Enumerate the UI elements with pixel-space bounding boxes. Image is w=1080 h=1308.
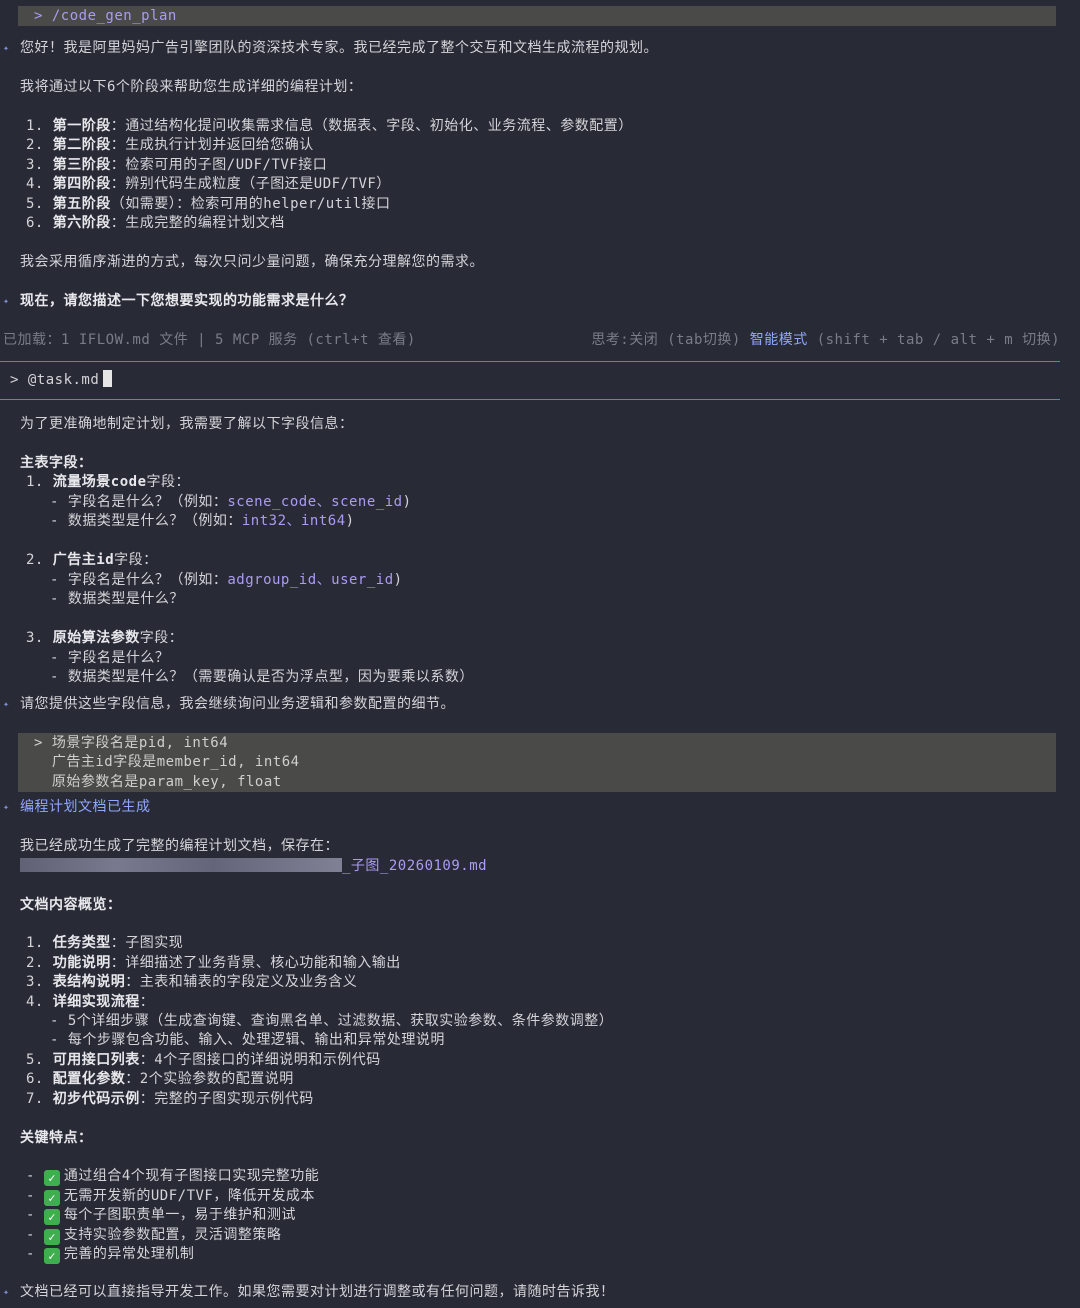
input-field[interactable]: > @task.md <box>10 370 113 390</box>
feature-item: - ✓ 完善的异常处理机制 <box>26 1246 195 1264</box>
need-info-text: 为了更准确地制定计划，我需要了解以下字段信息： <box>20 416 354 432</box>
redacted-path <box>20 858 342 872</box>
field-item: 1. 流量场景code字段： <box>26 474 191 490</box>
bullet-icon: ✦ <box>3 1287 10 1298</box>
user-reply-line: 广告主id字段是member_id, int64 <box>34 754 300 770</box>
bullet-icon: ✦ <box>3 802 10 813</box>
main-fields-heading: 主表字段： <box>20 455 93 471</box>
terminal: > /code_gen_plan ✦ 您好！我是阿里妈妈广告引擎团队的资深技术专… <box>0 0 1080 1308</box>
overview-item: 6. 配置化参数：2个实验参数的配置说明 <box>26 1071 294 1087</box>
feature-item: - ✓ 通过组合4个现有子图接口实现完整功能 <box>26 1168 320 1186</box>
check-icon: ✓ <box>43 1190 60 1206</box>
mode-toggle[interactable]: 智能模式 <box>750 332 808 348</box>
bullet-icon: ✦ <box>3 43 10 54</box>
field-question: - 字段名是什么？ <box>50 650 170 666</box>
phase-item: 2. 第二阶段：生成执行计划并返回给您确认 <box>26 137 314 153</box>
feature-item: - ✓ 无需开发新的UDF/TVF，降低开发成本 <box>26 1188 315 1206</box>
command-line: > /code_gen_plan <box>34 8 177 24</box>
file-path[interactable]: _子图_20260109.md <box>20 857 487 876</box>
user-reply-line: > 场景字段名是pid, int64 <box>34 735 229 751</box>
ask-more-text: 请您提供这些字段信息，我会继续询问业务逻辑和参数配置的细节。 <box>20 696 455 712</box>
field-question: - 数据类型是什么？（需要确认是否为浮点型，因为要乘以系数） <box>50 669 474 685</box>
bullet-icon: ✦ <box>3 296 10 307</box>
greeting-text: 您好！我是阿里妈妈广告引擎团队的资深技术专家。我已经完成了整个交互和文档生成流程… <box>20 40 658 56</box>
overview-item: 7. 初步代码示例：完整的子图实现示例代码 <box>26 1091 314 1107</box>
user-reply-line: 原始参数名是param_key, float <box>34 774 282 790</box>
input-top-border <box>0 361 1060 362</box>
saved-at-text: 我已经成功生成了完整的编程计划文档，保存在： <box>20 838 339 854</box>
check-icon: ✓ <box>43 1209 60 1225</box>
overview-item: 2. 功能说明：详细描述了业务背景、核心功能和输入输出 <box>26 955 401 971</box>
status-left: 已加载：1 IFLOW.md 文件 | 5 MCP 服务 (ctrl+t 查看) <box>3 332 416 348</box>
field-question: - 字段名是什么？（例如：adgroup_id、user_id) <box>50 572 403 588</box>
overview-item: 1. 任务类型：子图实现 <box>26 935 184 951</box>
final-text: 文档已经可以直接指导开发工作。如果您需要对计划进行调整或有任何问题，请随时告诉我… <box>20 1284 615 1300</box>
phase-item: 5. 第五阶段（如需要）：检索可用的helper/util接口 <box>26 196 391 212</box>
overview-subitem: - 5个详细步骤（生成查询键、查询黑名单、过滤数据、获取实验参数、条件参数调整） <box>50 1013 614 1029</box>
doc-done-title: 编程计划文档已生成 <box>20 799 151 815</box>
feature-item: - ✓ 每个子图职责单一，易于维护和测试 <box>26 1207 296 1225</box>
phase-item: 6. 第六阶段：生成完整的编程计划文档 <box>26 215 285 231</box>
intro-text: 我将通过以下6个阶段来帮助您生成详细的编程计划： <box>20 79 363 95</box>
field-item: 3. 原始算法参数字段： <box>26 630 184 646</box>
bullet-icon: ✦ <box>3 699 10 710</box>
phase-item: 3. 第三阶段：检索可用的子图/UDF/TVF接口 <box>26 157 328 173</box>
overview-item: 4. 详细实现流程： <box>26 994 155 1010</box>
overview-heading: 文档内容概览： <box>20 897 122 913</box>
phase-item: 1. 第一阶段：通过结构化提问收集需求信息（数据表、字段、初始化、业务流程、参数… <box>26 118 633 134</box>
field-question: - 数据类型是什么？（例如：int32、int64) <box>50 513 355 529</box>
overview-subitem: - 每个步骤包含功能、输入、处理逻辑、输出和异常处理说明 <box>50 1032 445 1048</box>
loop-note: 我会采用循序渐进的方式，每次只问少量问题，确保充分理解您的需求。 <box>20 254 484 270</box>
check-icon: ✓ <box>43 1229 60 1245</box>
status-right: 思考:关闭 (tab切换) 智能模式 (shift + tab / alt + … <box>591 332 1060 348</box>
question-text: 现在，请您描述一下您想要实现的功能需求是什么？ <box>20 293 354 309</box>
field-item: 2. 广告主id字段： <box>26 552 158 568</box>
check-icon: ✓ <box>43 1248 60 1264</box>
field-question: - 数据类型是什么？ <box>50 591 184 607</box>
field-question: - 字段名是什么？（例如：scene_code、scene_id) <box>50 494 412 510</box>
input-bottom-border <box>0 399 1060 400</box>
overview-item: 5. 可用接口列表：4个子图接口的详细说明和示例代码 <box>26 1052 381 1068</box>
overview-item: 3. 表结构说明：主表和辅表的字段定义及业务含义 <box>26 974 358 990</box>
check-icon: ✓ <box>43 1170 60 1186</box>
key-points-heading: 关键特点： <box>20 1130 93 1146</box>
feature-item: - ✓ 支持实验参数配置，灵活调整策略 <box>26 1227 282 1245</box>
phase-item: 4. 第四阶段：辨别代码生成粒度（子图还是UDF/TVF） <box>26 176 391 192</box>
cursor <box>103 370 113 387</box>
